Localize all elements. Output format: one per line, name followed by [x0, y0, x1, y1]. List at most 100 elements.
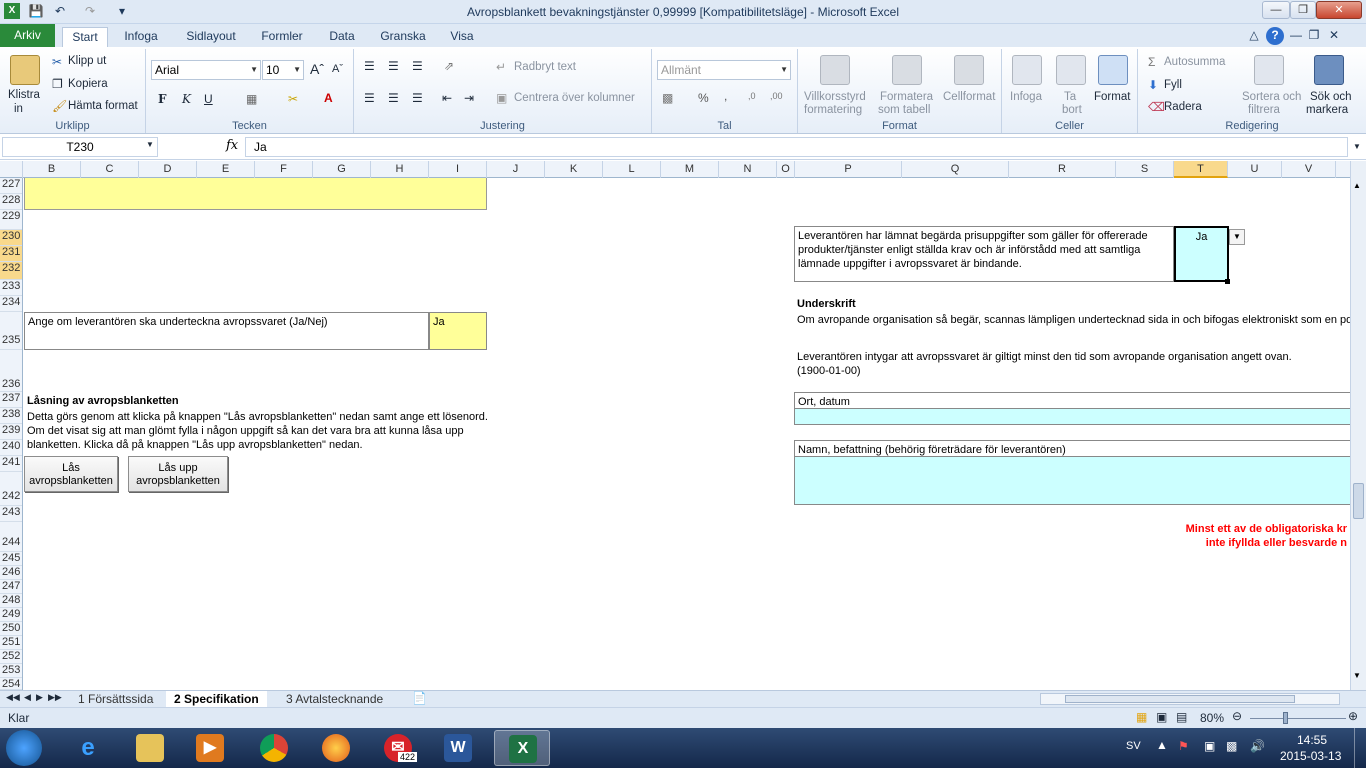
conditional-formatting-icon[interactable] — [820, 55, 850, 85]
currency-icon[interactable]: ▩ — [662, 91, 673, 105]
paste-icon[interactable] — [10, 55, 40, 85]
column-header[interactable]: E — [197, 161, 255, 178]
column-header[interactable]: J — [487, 161, 545, 178]
row-header[interactable]: 235 — [0, 312, 22, 350]
language-indicator[interactable]: SV — [1126, 740, 1141, 752]
percent-button[interactable]: % — [698, 91, 709, 105]
fill-color-icon[interactable]: ✂ — [288, 92, 298, 106]
column-header[interactable]: I — [429, 161, 487, 178]
tab-sidlayout[interactable]: Sidlayout — [180, 27, 242, 47]
format-as-table-label-1[interactable]: Formatera — [880, 91, 933, 103]
yellow-input-area[interactable] — [24, 178, 487, 210]
help-icon[interactable]: ? — [1266, 27, 1284, 45]
column-header[interactable]: D — [139, 161, 197, 178]
row-header[interactable]: 250 — [0, 622, 22, 636]
sign-answer-cell[interactable]: Ja — [429, 312, 487, 350]
sheet-tab[interactable]: 1 Försättssida — [70, 691, 161, 707]
column-header-selected[interactable]: T — [1174, 161, 1228, 178]
format-as-table-label-2[interactable]: som tabell — [878, 104, 930, 116]
minimize-ribbon-icon[interactable]: △ — [1246, 27, 1262, 43]
last-sheet-icon[interactable]: ▶▶ — [48, 692, 62, 703]
number-format-select[interactable]: Allmänt ▼ — [657, 60, 791, 80]
paste-label-2[interactable]: in — [14, 103, 23, 115]
row-header[interactable]: 244 — [0, 522, 22, 552]
format-as-table-icon[interactable] — [892, 55, 922, 85]
tab-data[interactable]: Data — [324, 27, 360, 47]
scroll-up-icon[interactable]: ▲ — [1353, 181, 1361, 190]
row-header[interactable]: 233 — [0, 280, 22, 296]
column-header[interactable]: G — [313, 161, 371, 178]
clock-date[interactable]: 2015-03-13 — [1280, 749, 1341, 763]
row-header-selected[interactable]: 232 — [0, 262, 22, 280]
close-button[interactable]: ✕ — [1316, 1, 1362, 19]
column-header[interactable]: H — [371, 161, 429, 178]
insert-function-button[interactable]: fx — [226, 138, 238, 153]
zoom-slider-thumb[interactable] — [1283, 712, 1288, 724]
insert-cells-button[interactable]: Infoga — [1010, 91, 1042, 103]
align-left-icon[interactable]: ☰ — [364, 91, 375, 105]
zoom-out-icon[interactable]: ⊖ — [1232, 709, 1242, 723]
row-header-selected[interactable]: 231 — [0, 246, 22, 262]
taskbar-word[interactable]: W — [430, 730, 486, 766]
column-header[interactable]: B — [23, 161, 81, 178]
formula-input[interactable]: Ja — [245, 137, 1348, 157]
vertical-scrollbar[interactable]: ▲ ▼ — [1350, 161, 1366, 690]
normal-view-icon[interactable]: ▦ — [1136, 710, 1147, 724]
taskbar-ie[interactable]: e — [60, 730, 116, 766]
decrease-decimal-icon[interactable]: ,00 — [770, 91, 783, 101]
tab-visa[interactable]: Visa — [446, 27, 478, 47]
zoom-level[interactable]: 80% — [1200, 711, 1224, 725]
expand-formula-bar-icon[interactable]: ▼ — [1353, 142, 1361, 151]
page-layout-view-icon[interactable]: ▣ — [1156, 710, 1167, 724]
worksheet-grid[interactable]: Leverantören har lämnat begärda prisuppg… — [24, 178, 1350, 690]
column-header[interactable]: M — [661, 161, 719, 178]
merge-center-button[interactable]: Centrera över kolumner — [514, 92, 635, 104]
delete-cells-icon[interactable] — [1056, 55, 1086, 85]
increase-decimal-icon[interactable]: ,0 — [748, 91, 756, 101]
column-header[interactable]: F — [255, 161, 313, 178]
taskbar-excel[interactable]: X — [494, 730, 550, 766]
row-header[interactable]: 236 — [0, 350, 22, 392]
supplier-statement-answer[interactable]: Ja — [1174, 226, 1229, 282]
device-icon[interactable]: ▣ — [1204, 739, 1215, 753]
workbook-minimize-icon[interactable]: — — [1288, 27, 1304, 43]
column-header[interactable]: C — [81, 161, 139, 178]
row-header[interactable]: 254 — [0, 678, 22, 690]
network-icon[interactable]: ▩ — [1226, 739, 1237, 753]
clear-button[interactable]: Radera — [1164, 101, 1202, 113]
decrease-indent-icon[interactable]: ⇤ — [442, 91, 452, 105]
row-header[interactable]: 245 — [0, 552, 22, 566]
taskbar-chrome[interactable] — [246, 730, 302, 766]
sort-filter-label-1[interactable]: Sortera och — [1242, 91, 1301, 103]
taskbar-firefox[interactable] — [308, 730, 364, 766]
row-header[interactable]: 246 — [0, 566, 22, 580]
column-header[interactable]: S — [1116, 161, 1174, 178]
tab-formler[interactable]: Formler — [256, 27, 308, 47]
format-cells-icon[interactable] — [1098, 55, 1128, 85]
fill-handle[interactable] — [1225, 279, 1230, 284]
conditional-formatting-label-1[interactable]: Villkorsstyrd — [804, 91, 866, 103]
next-sheet-icon[interactable]: ▶ — [36, 692, 43, 703]
find-select-icon[interactable] — [1314, 55, 1344, 85]
comma-button[interactable]: , — [724, 89, 727, 103]
prev-sheet-icon[interactable]: ◀ — [24, 692, 31, 703]
sort-filter-icon[interactable] — [1254, 55, 1284, 85]
row-header[interactable]: 237 — [0, 392, 22, 408]
cut-button[interactable]: Klipp ut — [68, 55, 106, 67]
grow-font-icon[interactable]: Aˆ — [310, 61, 324, 77]
row-header[interactable]: 239 — [0, 424, 22, 440]
fill-button[interactable]: Fyll — [1164, 79, 1182, 91]
row-header[interactable]: 247 — [0, 580, 22, 594]
font-color-icon[interactable]: A — [324, 91, 333, 105]
delete-cells-label-1[interactable]: Ta — [1064, 91, 1076, 103]
minimize-button[interactable]: — — [1262, 1, 1290, 19]
zoom-slider[interactable] — [1250, 718, 1346, 719]
row-header[interactable]: 252 — [0, 650, 22, 664]
sheet-tab[interactable]: 3 Avtalstecknande — [278, 691, 391, 707]
column-header[interactable]: R — [1009, 161, 1116, 178]
name-title-input[interactable] — [794, 456, 1350, 505]
restore-button[interactable]: ❐ — [1290, 1, 1316, 19]
row-header-selected[interactable]: 230 — [0, 230, 22, 246]
insert-sheet-icon[interactable]: 📄 — [412, 691, 427, 705]
cell-styles-button[interactable]: Cellformat — [943, 91, 995, 103]
